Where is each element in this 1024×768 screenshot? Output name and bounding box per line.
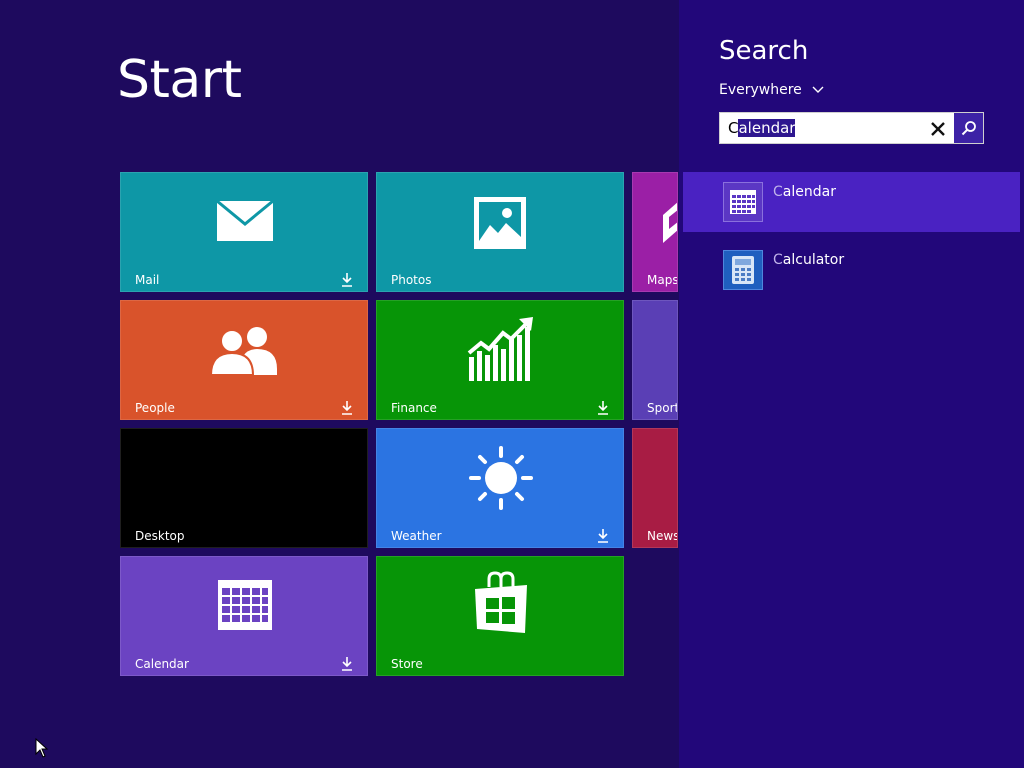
chevron-down-icon [812,86,824,93]
search-result-rest: alendar [782,184,836,200]
download-icon [598,401,608,415]
calendar-icon [218,580,272,630]
tile-people[interactable]: People [120,300,368,420]
people-icon [209,327,277,375]
download-icon [598,529,608,543]
search-match-highlight: C [773,184,783,200]
tile-label-news: News [647,529,678,543]
tile-label-people: People [135,401,175,415]
tile-label-mail: Mail [135,273,160,287]
clear-search-button[interactable] [928,119,948,139]
search-input[interactable]: Calendar [728,119,796,137]
tile-label-desktop: Desktop [135,529,185,543]
tile-label-photos: Photos [391,273,432,287]
tile-sports[interactable]: Sports [632,300,678,420]
search-result-calculator[interactable]: Calculator [683,240,1020,300]
tile-label-weather: Weather [391,529,442,543]
finance-chart-icon [467,317,533,381]
tile-label-sports: Sports [647,401,677,415]
tile-mail[interactable]: Mail [120,172,368,292]
tile-calendar[interactable]: Calendar [120,556,368,676]
tile-finance[interactable]: Finance [376,300,624,420]
search-title: Search [719,36,809,66]
search-result-label: Calendar [773,184,836,200]
search-scope-dropdown[interactable]: Everywhere [719,82,824,98]
mail-icon [216,200,274,241]
sun-icon [469,446,533,510]
calendar-app-icon [723,182,763,222]
maps-icon [663,202,677,243]
tile-store[interactable]: Store [376,556,624,676]
search-icon [961,121,976,136]
calculator-app-icon [723,250,763,290]
tile-desktop[interactable]: Desktop [120,428,368,548]
search-box: Calendar [719,112,984,144]
download-icon [342,401,352,415]
search-scope-label: Everywhere [719,82,802,98]
tile-label-calendar: Calendar [135,657,189,671]
tile-photos[interactable]: Photos [376,172,624,292]
download-icon [342,657,352,671]
search-query-prefix: C [728,119,739,137]
tile-label-store: Store [391,657,423,671]
search-result-label: Calculator [773,252,844,268]
tile-label-maps: Maps [647,273,678,287]
search-match-highlight: C [773,252,783,268]
photos-icon [474,197,526,249]
download-icon [342,273,352,287]
search-go-button[interactable] [953,113,983,143]
tile-news[interactable]: News [632,428,678,548]
mouse-cursor-icon [35,738,49,758]
search-charm-pane: Search Everywhere Calendar Calendar Calc… [679,0,1024,768]
page-title: Start [117,50,242,110]
store-bag-icon [475,571,527,633]
search-result-rest: alculator [782,252,845,268]
tile-label-finance: Finance [391,401,437,415]
search-query-selected: alendar [738,119,796,137]
tile-maps[interactable]: Maps [632,172,678,292]
tile-weather[interactable]: Weather [376,428,624,548]
search-result-calendar[interactable]: Calendar [683,172,1020,232]
